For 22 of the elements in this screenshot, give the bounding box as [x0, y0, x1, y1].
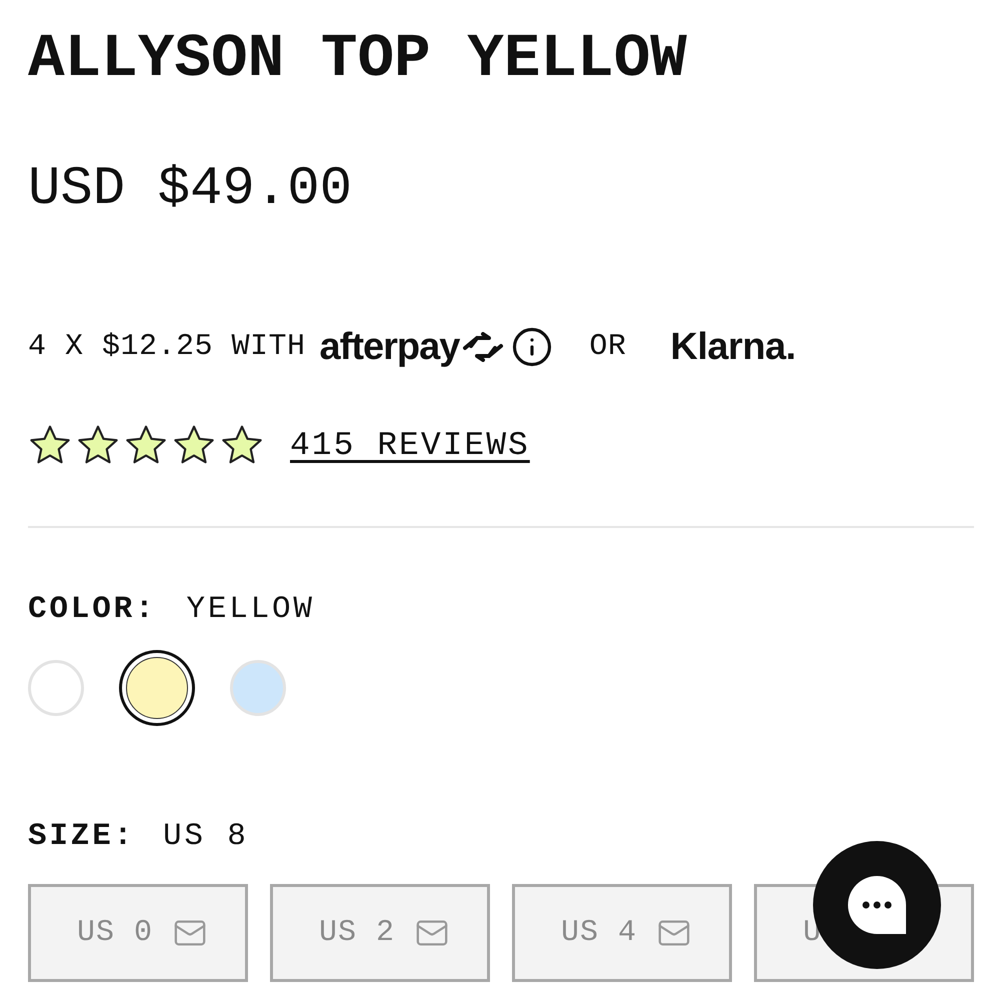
chat-bubble-icon [846, 874, 908, 936]
or-text: OR [589, 330, 626, 364]
klarna-logo: Klarna. [670, 326, 796, 368]
star-icon [28, 424, 72, 466]
installment-text: 4 X $12.25 WITH [28, 330, 306, 364]
color-label: COLOR: [28, 592, 156, 627]
reviews-link[interactable]: 415 REVIEWS [290, 426, 530, 464]
size-option[interactable]: US 2 [270, 884, 490, 982]
link-arrows-icon [461, 332, 506, 362]
product-title: ALLYSON TOP YELLOW [28, 24, 688, 96]
info-icon[interactable] [511, 326, 554, 368]
star-icon [172, 424, 216, 466]
size-option[interactable]: US 4 [512, 884, 732, 982]
size-option[interactable]: US 0 [28, 884, 248, 982]
size-label: SIZE: [28, 819, 136, 854]
star-icon [76, 424, 120, 466]
star-icon [220, 424, 264, 466]
product-price: USD $49.00 [28, 158, 354, 222]
color-value: YELLOW [186, 592, 315, 627]
star-icon [124, 424, 168, 466]
afterpay-logo: afterpay [320, 326, 460, 368]
size-value: US 8 [163, 819, 249, 854]
